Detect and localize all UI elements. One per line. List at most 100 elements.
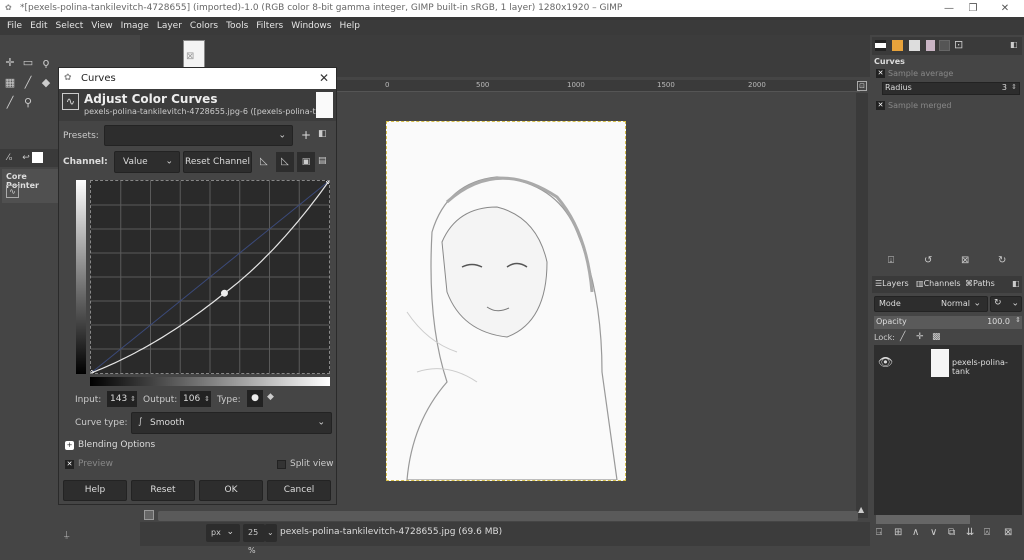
channel-select[interactable]: Value ⌄ (114, 151, 180, 173)
zoom-fit-icon[interactable]: ⊡ (857, 81, 867, 91)
zoom-tool-icon[interactable]: ⚲ (20, 95, 36, 111)
menu-help[interactable]: Help (335, 17, 364, 35)
menu-layer[interactable]: Layer (153, 17, 186, 35)
lock-pixels-icon[interactable]: ╱ (900, 332, 905, 342)
spinner-arrows-icon[interactable]: ⇕ (204, 391, 210, 407)
add-preset-icon[interactable]: + (301, 128, 311, 142)
zoom-select[interactable]: 25 % (243, 524, 265, 555)
preset-menu-icon[interactable]: ◧ (318, 129, 327, 139)
layers-dock-menu-icon[interactable]: ◧ (1012, 279, 1020, 288)
menu-edit[interactable]: Edit (26, 17, 51, 35)
menu-select[interactable]: Select (52, 17, 88, 35)
dialog-titlebar[interactable]: ✿ Curves ✕ (59, 68, 336, 89)
tab-paths[interactable]: ⌘Paths (965, 279, 995, 288)
smooth-point-icon[interactable]: ● (247, 390, 263, 407)
delete-layer-icon[interactable]: ⊠ (1004, 527, 1012, 538)
curve-svg[interactable] (88, 178, 332, 376)
corner-point-icon[interactable]: ◆ (267, 392, 274, 402)
new-layer-group-icon[interactable]: ⍈ (876, 527, 882, 538)
dock-menu-icon[interactable]: ◧ (1010, 40, 1018, 49)
composite-mode-select[interactable]: ↻ ⌄ (990, 296, 1022, 312)
spinner-arrows-icon[interactable]: ⇕ (1015, 316, 1021, 324)
close-icon[interactable]: ✕ (319, 68, 329, 89)
help-button[interactable]: Help (63, 480, 127, 501)
new-layer-icon[interactable]: ⊞ (894, 527, 902, 538)
gradients-tab[interactable] (939, 40, 950, 51)
cancel-button[interactable]: Cancel (267, 480, 331, 501)
spinner-arrows-icon[interactable]: ⇕ (1011, 83, 1017, 91)
move-tool-icon[interactable]: ✛ (2, 55, 18, 71)
visibility-eye-icon[interactable]: 👁 (878, 355, 893, 369)
patterns-tab[interactable] (926, 40, 935, 51)
ok-button[interactable]: OK (199, 480, 263, 501)
spinner-arrows-icon[interactable]: ⇕ (130, 391, 136, 407)
close-image-tab-icon[interactable]: ⊠ (186, 51, 194, 62)
preview-checkbox[interactable]: ✕ (65, 460, 74, 469)
add-mask-icon[interactable]: ⍓ (984, 527, 990, 538)
export-icon[interactable]: ⍊ (64, 530, 69, 540)
histogram-alt-icon[interactable]: ▤ (318, 156, 327, 166)
menu-view[interactable]: View (87, 17, 116, 35)
blending-options-expander[interactable]: Blending Options (78, 440, 155, 450)
paintbrush-icon[interactable]: ╱ (20, 75, 36, 91)
lower-layer-icon[interactable]: ∨ (930, 527, 937, 538)
menu-colors[interactable]: Colors (186, 17, 222, 35)
opacity-slider[interactable]: Opacity 100.0 ⇕ (874, 316, 1022, 329)
close-window-button[interactable]: ✕ (990, 0, 1020, 17)
tool-options-tab-icon[interactable]: ⁄ₒ (2, 150, 18, 166)
menu-tools[interactable]: Tools (222, 17, 252, 35)
zoom-dropdown[interactable]: ⌄ (265, 524, 277, 542)
reset-options-icon[interactable]: ↻ (998, 255, 1006, 266)
layers-scrollbar[interactable] (876, 515, 970, 524)
fg-color-swatch[interactable] (32, 152, 43, 163)
unit-select[interactable]: px ⌄ (206, 524, 240, 542)
menu-windows[interactable]: Windows (287, 17, 335, 35)
rect-select-icon[interactable]: ▭ (20, 55, 36, 71)
log-histogram-icon[interactable]: ◺ (276, 152, 294, 172)
reset-button[interactable]: Reset (131, 480, 195, 501)
save-options-icon[interactable]: ⍗ (888, 255, 894, 266)
tab-layers[interactable]: ☰Layers (875, 279, 909, 288)
delete-options-icon[interactable]: ⊠ (961, 255, 969, 266)
split-view-checkbox[interactable] (277, 460, 286, 469)
restore-options-icon[interactable]: ↺ (924, 255, 932, 266)
raise-layer-icon[interactable]: ∧ (912, 527, 919, 538)
menu-image[interactable]: Image (117, 17, 153, 35)
gradient-icon[interactable]: ▦ (2, 75, 18, 91)
tool-options-tab[interactable] (875, 40, 886, 51)
colors-tab[interactable] (892, 40, 903, 51)
maximize-button[interactable]: ❐ (958, 0, 988, 17)
expander-plus-icon[interactable]: + (65, 441, 74, 450)
eraser-icon[interactable]: ◆ (38, 75, 54, 91)
lock-alpha-icon[interactable]: ▩ (932, 332, 941, 342)
menu-filters[interactable]: Filters (252, 17, 287, 35)
curve-type-select[interactable]: ∫ Smooth ⌄ (131, 412, 332, 434)
color-picker-icon[interactable]: ╱ (2, 95, 18, 111)
merge-layer-icon[interactable]: ⇊ (966, 527, 974, 538)
scroll-up-icon[interactable]: ▲ (858, 505, 864, 514)
images-tab-icon[interactable]: ⊡ (954, 38, 963, 51)
linear-histogram-icon[interactable]: ◺ (260, 156, 268, 167)
vertical-scrollbar[interactable]: ▲ (856, 93, 868, 518)
lasso-icon[interactable]: ϙ (38, 55, 54, 71)
input-spinner[interactable]: 143 ⇕ (107, 391, 137, 407)
presets-select[interactable]: ⌄ (104, 125, 293, 146)
histogram-view-icon[interactable]: ▣ (297, 152, 315, 172)
menu-file[interactable]: File (3, 17, 26, 35)
tab-channels[interactable]: ▥Channels (916, 279, 961, 288)
quick-mask-toggle[interactable] (144, 510, 154, 520)
layer-row[interactable]: 👁 pexels-polina-tank (874, 347, 1022, 379)
duplicate-layer-icon[interactable]: ⧉ (948, 527, 955, 538)
curve-graph[interactable] (88, 178, 332, 376)
sample-average-checkbox[interactable]: ✕ (876, 69, 885, 78)
curve-control-point[interactable] (220, 289, 228, 297)
image-canvas[interactable] (386, 121, 626, 481)
brushes-tab[interactable] (909, 40, 920, 51)
mode-select[interactable]: Mode Normal ⌄ (874, 296, 988, 312)
reset-channel-button[interactable]: Reset Channel (183, 151, 252, 173)
lock-position-icon[interactable]: ✛ (916, 332, 924, 342)
output-spinner[interactable]: 106 ⇕ (180, 391, 211, 407)
horizontal-scrollbar[interactable] (158, 511, 858, 521)
sample-merged-checkbox[interactable]: ✕ (876, 101, 885, 110)
radius-spinner[interactable]: Radius 3 ⇕ (882, 82, 1020, 95)
